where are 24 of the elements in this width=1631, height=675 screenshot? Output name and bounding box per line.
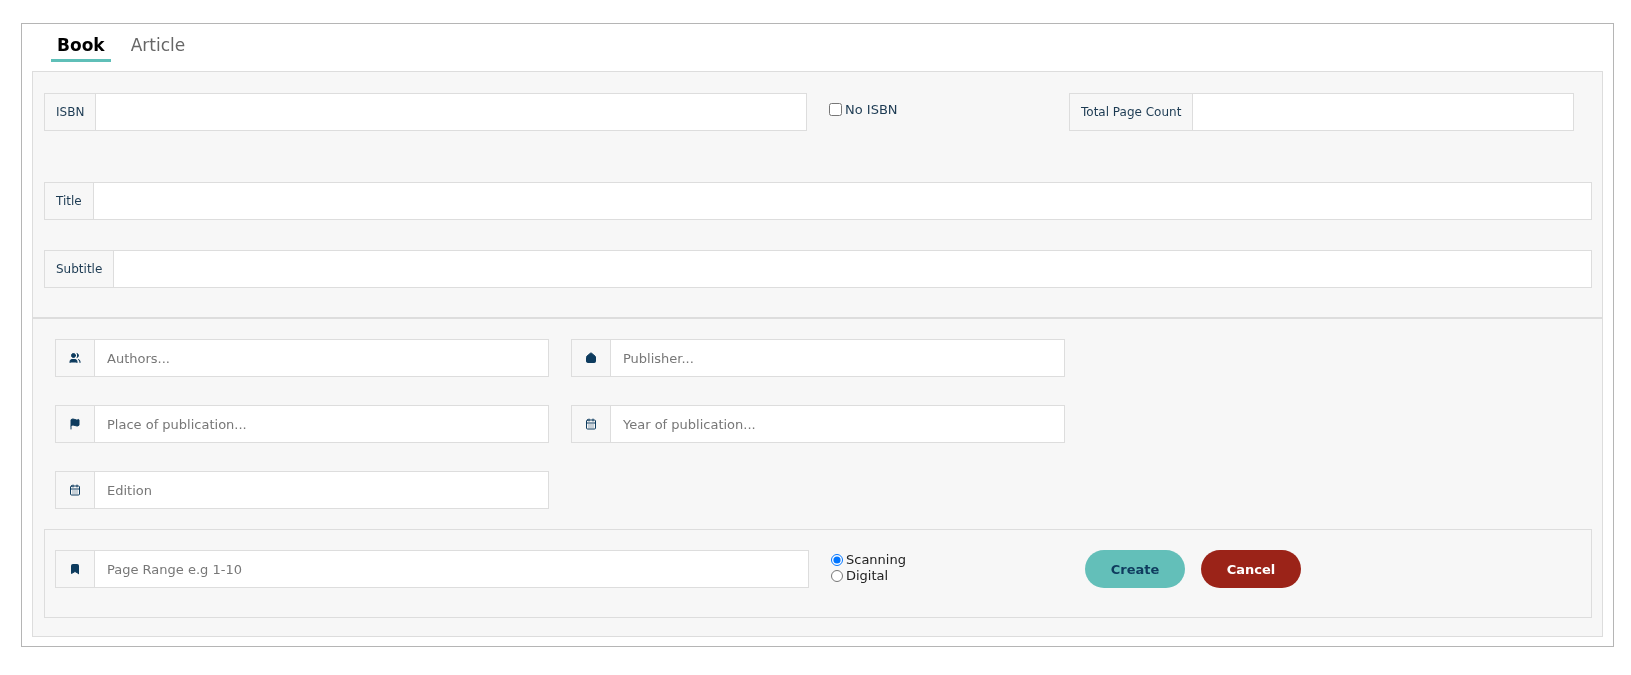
isbn-field[interactable]: ISBN bbox=[44, 93, 807, 131]
field-label: Total Page Count bbox=[1070, 94, 1194, 130]
calendar-icon bbox=[69, 484, 81, 496]
radio-label: Scanning bbox=[846, 552, 906, 568]
total-page-count-field[interactable]: Total Page Count bbox=[1069, 93, 1574, 131]
calendar-icon bbox=[585, 418, 597, 430]
cancel-button[interactable]: Cancel bbox=[1201, 550, 1301, 588]
bookmark-icon bbox=[69, 563, 81, 575]
house-icon bbox=[585, 352, 597, 364]
radio-label: Digital bbox=[846, 568, 889, 584]
create-button[interactable]: Create bbox=[1085, 550, 1185, 588]
flag-icon bbox=[69, 418, 81, 430]
tab[interactable]: Book bbox=[51, 34, 111, 62]
field-label: Title bbox=[45, 183, 94, 219]
field-label: Subtitle bbox=[45, 251, 115, 287]
radio-button[interactable] bbox=[831, 554, 843, 566]
users-icon bbox=[69, 352, 81, 364]
radio-button[interactable] bbox=[831, 570, 843, 582]
tab[interactable]: Article bbox=[124, 34, 192, 62]
checkbox-label: No ISBN bbox=[845, 101, 898, 117]
no-isbn-checkbox[interactable] bbox=[829, 102, 842, 116]
title-field[interactable]: Title bbox=[44, 182, 1592, 220]
field-label: ISBN bbox=[45, 94, 97, 130]
subtitle-field[interactable]: Subtitle bbox=[44, 250, 1592, 288]
